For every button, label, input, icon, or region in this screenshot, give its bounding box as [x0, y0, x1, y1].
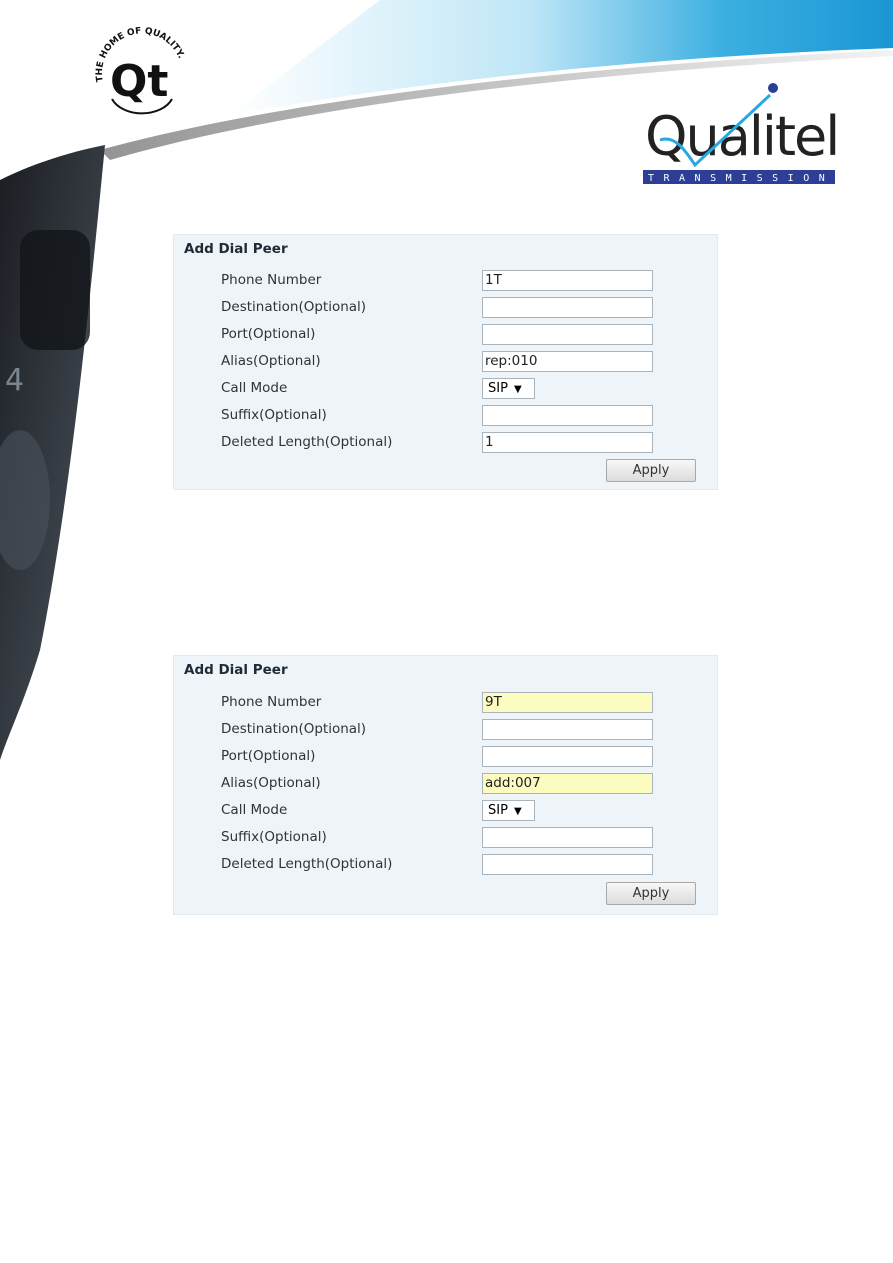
- apply-button[interactable]: Apply: [606, 459, 696, 482]
- qt-logo: THE HOME OF QUALITY. Qt: [95, 26, 186, 115]
- label-destination: Destination(Optional): [221, 299, 367, 315]
- svg-text:4: 4: [5, 363, 24, 398]
- dropdown-arrow-icon: ▼: [513, 806, 522, 817]
- svg-text:Qualitel: Qualitel: [645, 105, 838, 168]
- call-mode-value: SIP: [488, 803, 508, 818]
- label-alias: Alias(Optional): [221, 775, 321, 791]
- panel-title: Add Dial Peer: [184, 241, 288, 257]
- port-input[interactable]: [482, 746, 653, 767]
- label-deleted-length: Deleted Length(Optional): [221, 434, 393, 450]
- add-dial-peer-panel-2: Add Dial Peer Phone Number 9T Destinatio…: [173, 655, 718, 915]
- label-port: Port(Optional): [221, 748, 316, 764]
- label-suffix: Suffix(Optional): [221, 407, 327, 423]
- label-phone-number: Phone Number: [221, 272, 322, 288]
- label-deleted-length: Deleted Length(Optional): [221, 856, 393, 872]
- label-alias: Alias(Optional): [221, 353, 321, 369]
- label-phone-number: Phone Number: [221, 694, 322, 710]
- call-mode-select[interactable]: SIP ▼: [482, 378, 535, 399]
- deleted-length-input[interactable]: [482, 854, 653, 875]
- svg-text:TRANSMISSION: TRANSMISSION: [648, 173, 834, 184]
- suffix-input[interactable]: [482, 405, 653, 426]
- port-input[interactable]: [482, 324, 653, 345]
- dropdown-arrow-icon: ▼: [513, 384, 522, 395]
- destination-input[interactable]: [482, 297, 653, 318]
- add-dial-peer-panel-1: Add Dial Peer Phone Number 1T Destinatio…: [173, 234, 718, 490]
- alias-input[interactable]: rep:010: [482, 351, 653, 372]
- label-suffix: Suffix(Optional): [221, 829, 327, 845]
- call-mode-select[interactable]: SIP ▼: [482, 800, 535, 821]
- qualitel-logo: Qualitel TRANSMISSION: [643, 83, 840, 184]
- panel-title: Add Dial Peer: [184, 662, 288, 678]
- destination-input[interactable]: [482, 719, 653, 740]
- label-port: Port(Optional): [221, 326, 316, 342]
- alias-input[interactable]: add:007: [482, 773, 653, 794]
- label-call-mode: Call Mode: [221, 802, 288, 818]
- apply-button[interactable]: Apply: [606, 882, 696, 905]
- phone-number-input[interactable]: 1T: [482, 270, 653, 291]
- deleted-length-input[interactable]: 1: [482, 432, 653, 453]
- label-destination: Destination(Optional): [221, 721, 367, 737]
- phone-number-input[interactable]: 9T: [482, 692, 653, 713]
- svg-text:Qt: Qt: [110, 56, 168, 107]
- label-call-mode: Call Mode: [221, 380, 288, 396]
- suffix-input[interactable]: [482, 827, 653, 848]
- call-mode-value: SIP: [488, 381, 508, 396]
